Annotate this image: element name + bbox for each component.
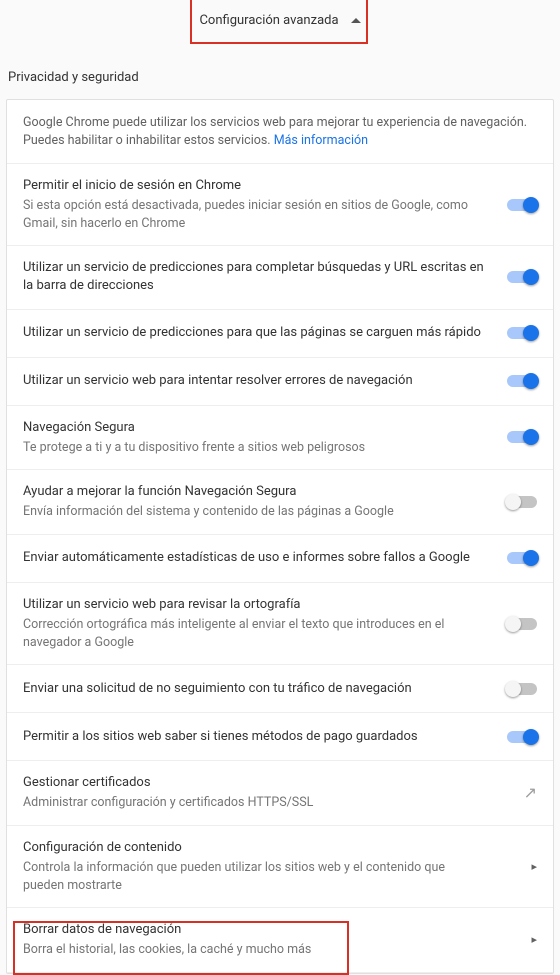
toggle-usage-stats[interactable] bbox=[507, 552, 537, 564]
row-title: Utilizar un servicio de predicciones par… bbox=[23, 324, 485, 342]
toggle-prediction-fastload[interactable] bbox=[507, 327, 537, 339]
row-allow-chrome-signin: Permitir el inicio de sesión en Chrome S… bbox=[7, 164, 553, 246]
row-title: Navegación Segura bbox=[23, 419, 485, 437]
chevron-right-icon: ▸ bbox=[531, 933, 537, 946]
row-improve-safe-browsing: Ayudar a mejorar la función Navegación S… bbox=[7, 470, 553, 535]
toggle-payment-methods[interactable] bbox=[507, 731, 537, 743]
row-subtitle: Borra el historial, las cookies, la cach… bbox=[23, 941, 485, 959]
privacy-card: Google Chrome puede utilizar los servici… bbox=[6, 99, 554, 974]
row-content-settings[interactable]: Configuración de contenido Controla la i… bbox=[7, 826, 553, 908]
row-prediction-fastload: Utilizar un servicio de predicciones par… bbox=[7, 310, 553, 358]
toggle-nav-errors[interactable] bbox=[507, 375, 537, 387]
row-safe-browsing: Navegación Segura Te protege a ti y a tu… bbox=[7, 406, 553, 471]
row-subtitle: Envía información del sistema y contenid… bbox=[23, 503, 485, 521]
toggle-safe-browsing[interactable] bbox=[507, 431, 537, 443]
chevron-right-icon: ▸ bbox=[531, 860, 537, 873]
row-clear-browsing-data[interactable]: Borrar datos de navegación Borra el hist… bbox=[7, 908, 553, 973]
row-manage-certificates[interactable]: Gestionar certificados Administrar confi… bbox=[7, 761, 553, 826]
row-title: Utilizar un servicio de predicciones par… bbox=[23, 259, 485, 295]
toggle-allow-chrome-signin[interactable] bbox=[507, 199, 537, 211]
advanced-settings-label: Configuración avanzada bbox=[199, 13, 338, 28]
row-title: Permitir a los sitios web saber si tiene… bbox=[23, 728, 485, 746]
row-subtitle: Si esta opción está desactivada, puedes … bbox=[23, 197, 485, 232]
privacy-intro: Google Chrome puede utilizar los servici… bbox=[7, 100, 553, 164]
row-subtitle: Te protege a ti y a tu dispositivo frent… bbox=[23, 439, 485, 457]
row-subtitle: Administrar configuración y certificados… bbox=[23, 794, 485, 812]
toggle-spellcheck[interactable] bbox=[507, 618, 537, 630]
row-title: Utilizar un servicio web para revisar la… bbox=[23, 596, 485, 614]
row-title: Utilizar un servicio web para intentar r… bbox=[23, 372, 485, 390]
row-title: Borrar datos de navegación bbox=[23, 921, 485, 939]
row-subtitle: Corrección ortográfica más inteligente a… bbox=[23, 616, 485, 651]
row-title: Gestionar certificados bbox=[23, 774, 485, 792]
row-spellcheck: Utilizar un servicio web para revisar la… bbox=[7, 583, 553, 665]
row-subtitle: Controla la información que pueden utili… bbox=[23, 859, 485, 894]
toggle-do-not-track[interactable] bbox=[507, 683, 537, 695]
row-title: Configuración de contenido bbox=[23, 839, 485, 857]
row-title: Permitir el inicio de sesión en Chrome bbox=[23, 177, 485, 195]
advanced-settings-toggle[interactable]: Configuración avanzada bbox=[183, 9, 376, 32]
toggle-prediction-url[interactable] bbox=[507, 271, 537, 283]
row-prediction-url: Utilizar un servicio de predicciones par… bbox=[7, 246, 553, 309]
section-header-privacy: Privacidad y seguridad bbox=[0, 40, 560, 99]
open-external-icon: ↗ bbox=[524, 783, 537, 802]
row-title: Enviar una solicitud de no seguimiento c… bbox=[23, 680, 485, 698]
row-do-not-track: Enviar una solicitud de no seguimiento c… bbox=[7, 665, 553, 713]
row-usage-stats: Enviar automáticamente estadísticas de u… bbox=[7, 535, 553, 583]
row-title: Enviar automáticamente estadísticas de u… bbox=[23, 549, 485, 567]
chevron-up-icon bbox=[351, 18, 361, 23]
row-nav-errors: Utilizar un servicio web para intentar r… bbox=[7, 358, 553, 406]
row-title: Ayudar a mejorar la función Navegación S… bbox=[23, 483, 485, 501]
toggle-improve-safe-browsing[interactable] bbox=[507, 496, 537, 508]
more-info-link[interactable]: Más información bbox=[274, 133, 368, 148]
row-payment-methods: Permitir a los sitios web saber si tiene… bbox=[7, 713, 553, 761]
